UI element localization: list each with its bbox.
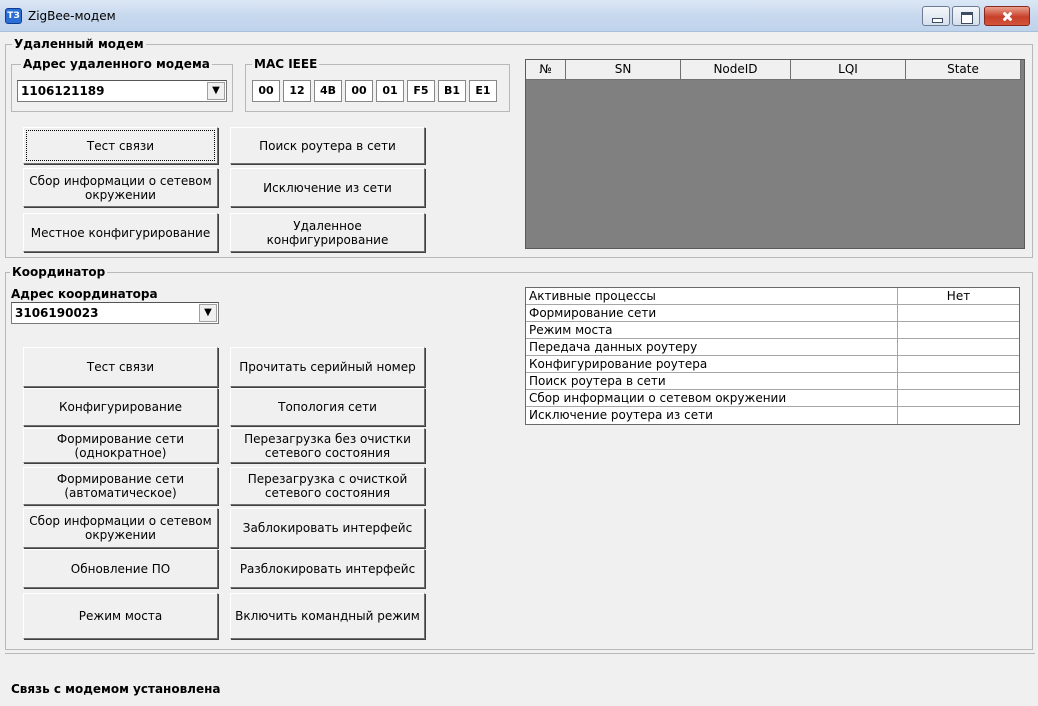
coordinator-address-select[interactable]: 3106190023 ▼ [11, 302, 219, 324]
unlock-interface-button[interactable]: Разблокировать интерфейс [230, 549, 425, 588]
node-table[interactable]: № SN NodeID LQI State [525, 59, 1025, 249]
firmware-update-button[interactable]: Обновление ПО [23, 549, 218, 588]
column-header-sn[interactable]: SN [566, 60, 681, 80]
mac-byte-field[interactable]: B1 [438, 80, 466, 102]
processes-table: Активные процессы Нет Формирование сети … [525, 287, 1020, 425]
remote-config-button[interactable]: Удаленное конфигурирование [230, 213, 425, 252]
mac-byte-field[interactable]: 12 [283, 80, 311, 102]
close-button[interactable] [984, 6, 1030, 26]
remote-modem-group-label: Удаленный модем [12, 37, 146, 51]
read-serial-button[interactable]: Прочитать серийный номер [230, 347, 425, 387]
mac-byte-field[interactable]: 01 [376, 80, 404, 102]
table-row: Активные процессы Нет [526, 288, 1019, 305]
column-header-lqi[interactable]: LQI [791, 60, 906, 80]
remote-address-group: Адрес удаленного модема 1106121189 ▼ [11, 57, 233, 112]
process-value [898, 339, 1019, 355]
command-mode-button[interactable]: Включить командный режим [230, 593, 425, 639]
table-row: Передача данных роутеру [526, 339, 1019, 356]
remote-address-value: 1106121189 [21, 84, 105, 98]
mac-byte-field[interactable]: 00 [252, 80, 280, 102]
status-message: Связь с модемом установлена [11, 682, 221, 696]
process-value [898, 356, 1019, 372]
reboot-no-clear-button[interactable]: Перезагрузка без очистки сетевого состоя… [230, 428, 425, 463]
column-header-nodeid[interactable]: NodeID [681, 60, 791, 80]
app-icon: TЗ [5, 8, 22, 24]
coordinator-address-value: 3106190023 [15, 306, 99, 320]
remote-collect-info-button[interactable]: Сбор информации о сетевом окружении [23, 168, 218, 207]
process-name: Активные процессы [526, 288, 898, 304]
process-name: Конфигурирование роутера [526, 356, 898, 372]
table-row: Режим моста [526, 322, 1019, 339]
node-table-header: № SN NodeID LQI State [526, 60, 1021, 80]
local-config-button[interactable]: Местное конфигурирование [23, 213, 218, 252]
table-row: Сбор информации о сетевом окружении [526, 390, 1019, 407]
remote-find-router-button[interactable]: Поиск роутера в сети [230, 127, 425, 164]
mac-ieee-label: MAC IEEE [252, 57, 320, 71]
window-title: ZigBee-модем [28, 9, 116, 23]
mac-byte-field[interactable]: 00 [345, 80, 373, 102]
status-separator [5, 653, 1035, 654]
mac-ieee-group: MAC IEEE 00 12 4B 00 01 F5 B1 E1 [245, 57, 510, 112]
form-network-auto-button[interactable]: Формирование сети (автоматическое) [23, 467, 218, 505]
process-name: Формирование сети [526, 305, 898, 321]
column-header-number[interactable]: № [526, 60, 566, 80]
form-network-once-button[interactable]: Формирование сети (однократное) [23, 428, 218, 463]
table-row: Исключение роутера из сети [526, 407, 1019, 424]
table-row: Формирование сети [526, 305, 1019, 322]
process-value [898, 305, 1019, 321]
lock-interface-button[interactable]: Заблокировать интерфейс [230, 508, 425, 548]
remote-address-label: Адрес удаленного модема [21, 57, 212, 71]
process-value [898, 407, 1019, 424]
process-value [898, 390, 1019, 406]
process-name: Поиск роутера в сети [526, 373, 898, 389]
reboot-clear-button[interactable]: Перезагрузка с очисткой сетевого состоян… [230, 467, 425, 505]
remote-test-button[interactable]: Тест связи [23, 127, 218, 164]
process-value [898, 373, 1019, 389]
remote-exclude-button[interactable]: Исключение из сети [230, 168, 425, 207]
process-value [898, 322, 1019, 338]
process-name: Исключение роутера из сети [526, 407, 898, 424]
coordinator-group-label: Координатор [10, 265, 108, 279]
coordinator-collect-info-button[interactable]: Сбор информации о сетевом окружении [23, 508, 218, 548]
process-value: Нет [946, 289, 971, 303]
coordinator-address-label: Адрес координатора [11, 287, 158, 301]
title-bar[interactable]: TЗ ZigBee-модем [0, 0, 1038, 32]
minimize-button[interactable] [922, 6, 950, 26]
maximize-button[interactable] [952, 6, 980, 26]
mac-byte-field[interactable]: 4B [314, 80, 342, 102]
process-name: Передача данных роутеру [526, 339, 898, 355]
mac-byte-field[interactable]: F5 [407, 80, 435, 102]
column-header-state[interactable]: State [906, 60, 1021, 80]
mac-ieee-fields: 00 12 4B 00 01 F5 B1 E1 [252, 80, 507, 102]
coordinator-test-button[interactable]: Тест связи [23, 347, 218, 387]
chevron-down-icon[interactable]: ▼ [199, 304, 217, 322]
table-row: Поиск роутера в сети [526, 373, 1019, 390]
mac-byte-field[interactable]: E1 [469, 80, 497, 102]
configure-button[interactable]: Конфигурирование [23, 388, 218, 426]
chevron-down-icon[interactable]: ▼ [207, 82, 225, 100]
bridge-mode-button[interactable]: Режим моста [23, 593, 218, 639]
remote-address-select[interactable]: 1106121189 ▼ [17, 80, 227, 102]
process-name: Сбор информации о сетевом окружении [526, 390, 898, 406]
process-name: Режим моста [526, 322, 898, 338]
table-row: Конфигурирование роутера [526, 356, 1019, 373]
topology-button[interactable]: Топология сети [230, 388, 425, 426]
